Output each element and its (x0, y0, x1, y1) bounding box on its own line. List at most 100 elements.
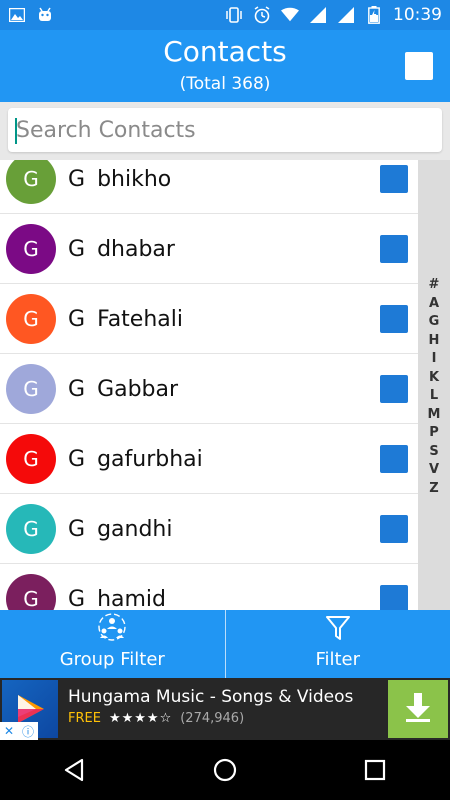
android-icon (36, 6, 54, 24)
contact-list[interactable]: G G bhikho G G dhabar G G Fatehali G G G… (0, 160, 418, 610)
ad-title: Hungama Music - Songs & Videos (68, 687, 354, 707)
ad-info-icon[interactable]: ⓘ (22, 723, 34, 740)
contact-checkbox[interactable] (380, 445, 408, 473)
avatar: G (6, 574, 56, 610)
contact-group-letter: G (68, 586, 86, 611)
ad-price: FREE (68, 711, 101, 726)
select-all-checkbox[interactable] (405, 52, 433, 80)
avatar: G (6, 224, 56, 274)
contact-group-letter: G (68, 446, 86, 472)
contact-name: G dhabar (68, 214, 175, 284)
alphabet-index-letter[interactable]: M (428, 406, 441, 425)
contact-name: G gafurbhai (68, 424, 203, 494)
contact-name-text: gafurbhai (97, 446, 203, 472)
group-filter-button[interactable]: Group Filter (0, 610, 225, 678)
download-icon (403, 691, 433, 727)
alphabet-index-letter[interactable]: # (429, 276, 440, 295)
contact-checkbox[interactable] (380, 165, 408, 193)
group-icon (95, 612, 129, 646)
contact-name-text: dhabar (97, 236, 175, 262)
alphabet-index-letter[interactable]: G (429, 313, 440, 332)
contact-checkbox[interactable] (380, 515, 408, 543)
ad-banner[interactable]: ✕ ⓘ Hungama Music - Songs & Videos FREE … (0, 678, 450, 740)
battery-charging-icon (365, 6, 383, 24)
alphabet-index-letter[interactable]: A (429, 295, 439, 314)
back-button[interactable] (55, 750, 95, 790)
contact-row[interactable]: G G dhabar (0, 214, 418, 284)
ad-close-button[interactable]: ✕ ⓘ (0, 722, 38, 740)
contact-group-letter: G (68, 166, 86, 192)
ad-download-button[interactable] (388, 680, 448, 738)
filter-bar: Group Filter Filter (0, 610, 450, 678)
contact-list-content: G G bhikho G G dhabar G G Fatehali G G G… (0, 160, 418, 610)
contact-group-letter: G (68, 306, 86, 332)
image-icon (8, 6, 26, 24)
avatar: G (6, 434, 56, 484)
recents-icon (364, 759, 386, 781)
search-input[interactable] (8, 108, 442, 152)
alphabet-index-letter[interactable]: H (429, 332, 440, 351)
alphabet-index-letter[interactable]: Z (429, 480, 438, 499)
contact-row[interactable]: G G Fatehali (0, 284, 418, 354)
alphabet-index[interactable]: # A G H I K L M P S V Z (418, 160, 450, 610)
navigation-bar (0, 740, 450, 800)
alphabet-index-letter[interactable]: L (430, 387, 438, 406)
contact-row[interactable]: G G gandhi (0, 494, 418, 564)
signal-icon (337, 6, 355, 24)
alphabet-index-letter[interactable]: K (429, 369, 439, 388)
contact-name-text: Gabbar (97, 376, 179, 402)
contact-group-letter: G (68, 516, 86, 542)
signal-icon (309, 6, 327, 24)
alphabet-index-letter[interactable]: S (429, 443, 438, 462)
filter-button[interactable]: Filter (224, 610, 450, 678)
contact-name-text: bhikho (97, 166, 172, 192)
avatar: G (6, 504, 56, 554)
contact-group-letter: G (68, 236, 86, 262)
alphabet-index-letter[interactable]: I (432, 350, 437, 369)
contact-name-text: Fatehali (97, 306, 183, 332)
contact-checkbox[interactable] (380, 375, 408, 403)
avatar: G (6, 294, 56, 344)
contact-name: G gandhi (68, 494, 172, 564)
contacts-total: (Total 368) (179, 74, 271, 94)
ad-rating-count: (274,946) (180, 711, 245, 726)
search-caret (15, 118, 17, 144)
home-button[interactable] (205, 750, 245, 790)
wifi-icon (281, 6, 299, 24)
ad-meta: FREE ★★★★☆ (274,946) (68, 711, 244, 726)
filter-label: Filter (315, 649, 361, 670)
contact-checkbox[interactable] (380, 305, 408, 333)
contact-checkbox[interactable] (380, 585, 408, 610)
vibrate-icon (225, 6, 243, 24)
contact-name-text: hamid (97, 586, 166, 611)
contact-group-letter: G (68, 376, 86, 402)
alarm-icon (253, 6, 271, 24)
alphabet-index-list: # A G H I K L M P S V Z (418, 276, 450, 498)
avatar: G (6, 364, 56, 414)
alphabet-index-letter[interactable]: V (429, 461, 439, 480)
group-filter-label: Group Filter (59, 649, 165, 670)
ad-rating-stars: ★★★★☆ (108, 711, 173, 726)
contact-row[interactable]: G G Gabbar (0, 354, 418, 424)
status-left (8, 6, 54, 24)
app-header: Contacts (Total 368) (0, 30, 450, 102)
back-icon (64, 758, 84, 782)
contact-row[interactable]: G G hamid (0, 564, 418, 610)
avatar: G (6, 160, 56, 204)
page-title: Contacts (163, 35, 287, 68)
contact-row[interactable]: G G gafurbhai (0, 424, 418, 494)
contact-row[interactable]: G G bhikho (0, 160, 418, 214)
alphabet-index-letter[interactable]: P (429, 424, 439, 443)
close-icon[interactable]: ✕ (4, 724, 14, 738)
search-bar (0, 102, 450, 160)
status-right: 10:39 (225, 5, 442, 25)
status-bar: 10:39 (0, 0, 450, 30)
contact-name: G bhikho (68, 160, 171, 214)
contact-name: G hamid (68, 564, 166, 611)
recents-button[interactable] (355, 750, 395, 790)
contact-name: G Fatehali (68, 284, 183, 354)
status-time: 10:39 (393, 5, 442, 25)
contact-name-text: gandhi (97, 516, 173, 542)
contact-checkbox[interactable] (380, 235, 408, 263)
filter-icon (325, 614, 351, 646)
